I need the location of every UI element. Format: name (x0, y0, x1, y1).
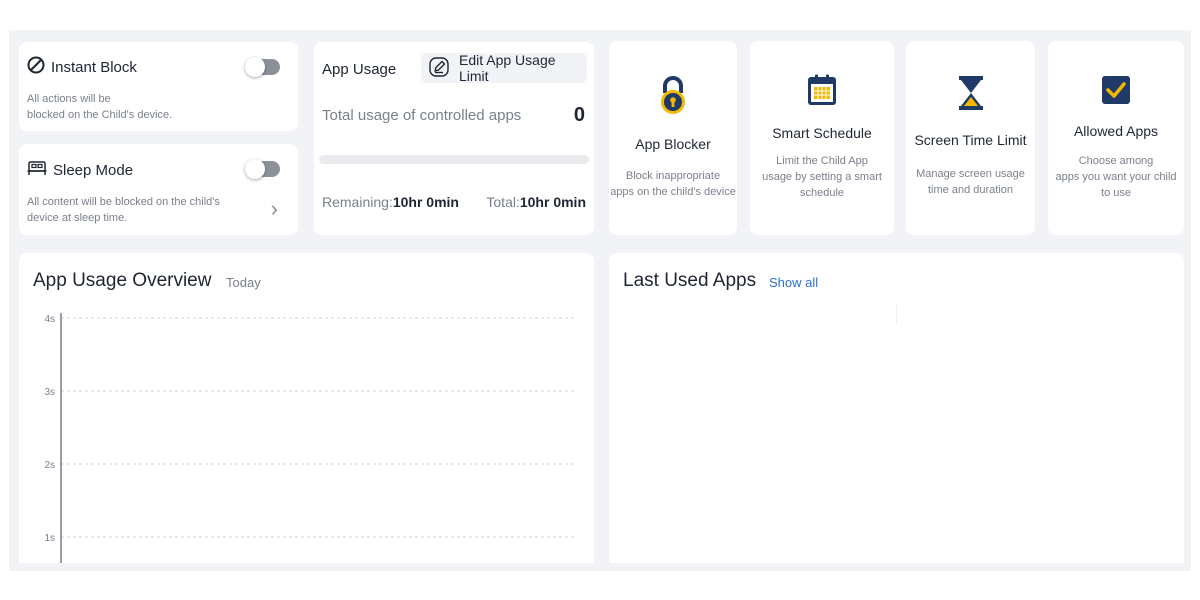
screen-time-limit-desc-line2: time and duration (928, 184, 1013, 196)
sleep-mode-desc-line1: All content will be blocked on the child… (27, 196, 220, 208)
app-usage-overview-card: App Usage Overview Today 4s 3s 2s 1s (19, 253, 594, 563)
edit-icon (428, 56, 450, 81)
app-blocker-card[interactable]: App Blocker Block inappropriate apps on … (609, 41, 737, 235)
hourglass-icon (906, 76, 1035, 110)
sleep-mode-description: All content will be blocked on the child… (27, 194, 220, 226)
instant-block-card: Instant Block All actions will be blocke… (19, 42, 298, 131)
toggle-knob (245, 159, 265, 179)
smart-schedule-desc-line1: Limit the Child App (776, 155, 868, 167)
y-tick-label: 4s (44, 314, 55, 325)
sleep-mode-card[interactable]: Sleep Mode All content will be blocked o… (19, 144, 298, 235)
allowed-apps-desc-line3: to use (1101, 187, 1131, 199)
instant-block-desc-line2: blocked on the Child's device. (27, 109, 173, 121)
app-blocker-desc-line1: Block inappropriate (625, 170, 721, 182)
instant-block-header: Instant Block (27, 56, 137, 78)
y-tick-label: 1s (44, 533, 55, 544)
smart-schedule-card[interactable]: Smart Schedule Limit the Child App usage… (750, 41, 894, 235)
sleep-mode-header: Sleep Mode (27, 160, 133, 180)
toggle-knob (245, 57, 265, 77)
total-usage-label: Total usage of controlled apps (322, 107, 522, 124)
allowed-apps-description: Choose among apps you want your child to… (1048, 153, 1184, 201)
total-time: Total:10hr 0min (486, 194, 586, 210)
sleep-mode-title: Sleep Mode (53, 161, 134, 179)
allowed-apps-card[interactable]: Allowed Apps Choose among apps you want … (1048, 41, 1184, 235)
allowed-apps-desc-line1: Choose among (1078, 155, 1154, 167)
y-tick-label: 3s (44, 387, 55, 398)
remaining-value: 10hr 0min (392, 194, 459, 210)
bed-icon (27, 160, 47, 180)
instant-block-desc-line1: All actions will be (27, 93, 111, 105)
edit-usage-limit-button[interactable]: Edit App Usage Limit (421, 52, 587, 84)
last-used-title: Last Used Apps (623, 270, 757, 291)
sleep-mode-toggle[interactable] (245, 159, 280, 179)
smart-schedule-title: Smart Schedule (772, 125, 872, 141)
remaining-label: Remaining: (322, 194, 393, 210)
app-blocker-description: Block inappropriate apps on the child's … (609, 168, 737, 200)
edit-usage-limit-label: Edit App Usage Limit (459, 52, 556, 84)
smart-schedule-description: Limit the Child App usage by setting a s… (754, 153, 890, 201)
checkbox-icon (1048, 76, 1184, 104)
sleep-mode-desc-line2: device at sleep time. (27, 212, 128, 224)
remaining-time: Remaining:10hr 0min (322, 194, 459, 210)
last-used-apps-card: Last Used Apps Show all (609, 253, 1184, 563)
usage-progress-bar (319, 155, 589, 164)
block-icon (27, 56, 45, 78)
app-usage-title: App Usage (322, 61, 397, 78)
app-blocker-desc-line2: apps on the child's device (610, 186, 736, 198)
screen-time-limit-title: Screen Time Limit (914, 132, 1027, 148)
show-all-link[interactable]: Show all (769, 275, 818, 290)
total-time-label: Total: (486, 194, 520, 210)
allowed-apps-desc-line2: apps you want your child (1055, 171, 1177, 183)
smart-schedule-desc-line2: usage by setting a smart (762, 171, 882, 183)
lock-icon (609, 75, 737, 115)
usage-chart: 4s 3s 2s 1s (44, 313, 574, 563)
instant-block-toggle[interactable] (245, 57, 280, 77)
divider (896, 305, 897, 323)
calendar-icon (750, 74, 894, 106)
instant-block-title: Instant Block (51, 58, 137, 76)
screen-time-limit-card[interactable]: Screen Time Limit Manage screen usage ti… (906, 41, 1035, 235)
y-tick-label: 2s (44, 460, 55, 471)
screen-time-limit-desc-line1: Manage screen usage (916, 168, 1025, 180)
total-time-value: 10hr 0min (519, 194, 586, 210)
chevron-right-icon[interactable]: › (271, 196, 278, 222)
screen-time-limit-description: Manage screen usage time and duration (910, 166, 1031, 198)
app-usage-card: App Usage Edit App Usage Limit Total usa… (314, 42, 594, 235)
smart-schedule-desc-line3: schedule (799, 187, 845, 199)
total-usage-count: 0 (573, 104, 585, 126)
allowed-apps-title: Allowed Apps (1073, 123, 1159, 139)
instant-block-description: All actions will be blocked on the Child… (27, 91, 172, 123)
app-blocker-title: App Blocker (635, 136, 711, 152)
